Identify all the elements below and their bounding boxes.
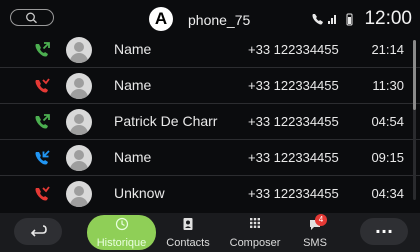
call-history-row[interactable]: Name +33 122334455 11:30 <box>0 68 420 104</box>
status-icons <box>311 11 361 30</box>
search-icon <box>26 12 37 24</box>
contact-avatar <box>66 109 92 135</box>
contact-name: Unknow <box>114 185 165 201</box>
missed-call-icon <box>35 186 50 201</box>
contact-avatar <box>66 181 92 207</box>
tab-label: Historique <box>96 237 147 249</box>
tab-historique[interactable]: Historique <box>87 215 156 250</box>
top-bar: A phone_75 12:00 <box>0 0 420 36</box>
contact-avatar <box>66 73 92 99</box>
phone-number: +33 122334455 <box>248 186 339 201</box>
call-history-list: Name +33 122334455 21:14 Name +33 122334… <box>0 32 420 212</box>
call-history-row[interactable]: Unknow +33 122334455 04:34 <box>0 176 412 212</box>
incoming-call-icon <box>35 150 50 165</box>
scrollbar-thumb[interactable] <box>413 40 416 110</box>
contacts-icon <box>183 218 193 230</box>
more-options-button[interactable]: ... <box>360 218 408 245</box>
tab-label: Composer <box>229 237 281 249</box>
battery-icon <box>346 13 353 26</box>
clock: 12:00 <box>364 8 412 29</box>
search-button[interactable] <box>10 9 54 26</box>
tab-contacts[interactable]: Contacts <box>160 215 216 250</box>
callout-marker: A <box>149 7 173 31</box>
contact-name: Name <box>114 149 152 165</box>
missed-call-icon <box>35 78 50 93</box>
tab-composer[interactable]: Composer <box>224 215 286 250</box>
call-history-row[interactable]: Patrick De Charr +33 122334455 04:54 <box>0 104 420 140</box>
call-time: 11:30 <box>372 78 404 93</box>
phone-number: +33 122334455 <box>248 42 339 57</box>
contact-name: Name <box>114 41 152 57</box>
scrollbar[interactable] <box>413 40 416 200</box>
connected-device-name: phone_75 <box>188 12 251 28</box>
clock-icon <box>115 217 128 231</box>
call-time: 04:34 <box>371 186 404 201</box>
phone-number: +33 122334455 <box>248 78 339 93</box>
back-button[interactable] <box>14 218 62 245</box>
unread-count-badge: 4 <box>315 214 327 226</box>
tab-label: SMS <box>303 237 327 249</box>
call-time: 09:15 <box>371 150 404 165</box>
tab-sms[interactable]: 4 SMS <box>296 214 334 250</box>
call-time: 04:54 <box>371 114 404 129</box>
tab-label: Contacts <box>166 237 210 249</box>
contact-avatar <box>66 37 92 63</box>
phone-number: +33 122334455 <box>248 114 339 129</box>
call-history-row[interactable]: Name +33 122334455 09:15 <box>0 140 420 176</box>
contact-name: Name <box>114 77 152 93</box>
phone-status-icon <box>312 14 323 25</box>
phone-number: +33 122334455 <box>248 150 339 165</box>
keypad-icon <box>250 218 260 228</box>
back-arrow-icon <box>30 225 47 237</box>
signal-strength-icon <box>328 15 336 24</box>
contact-avatar <box>66 145 92 171</box>
call-history-row[interactable]: Name +33 122334455 21:14 <box>0 32 420 68</box>
bottom-navigation-bar: Historique Contacts Composer 4 SMS ... <box>0 213 420 252</box>
contact-name: Patrick De Charr <box>114 113 218 129</box>
outgoing-call-icon <box>35 114 50 129</box>
outgoing-call-icon <box>35 42 50 57</box>
call-time: 21:14 <box>371 42 404 57</box>
